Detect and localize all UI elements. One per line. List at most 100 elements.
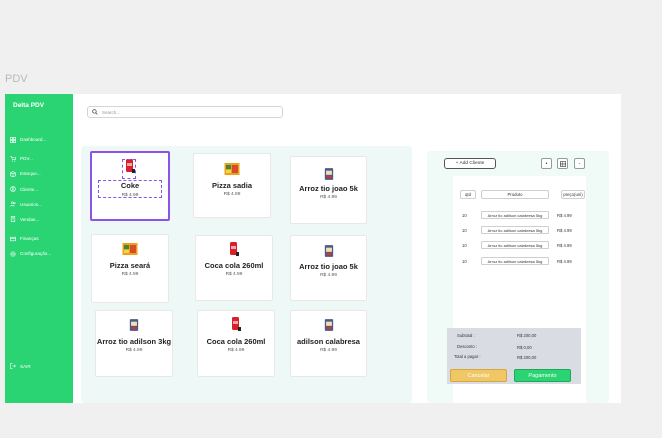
cancel-button[interactable]: Cancelar (450, 369, 507, 382)
logout-button[interactable]: SAIR (10, 363, 31, 369)
receipt-icon (10, 216, 16, 223)
sidebar-item-estoque[interactable]: Estoque... (10, 169, 72, 178)
user-icon (10, 186, 16, 192)
sidebar-item-vendas[interactable]: Vendas... (10, 215, 72, 224)
coke-can-icon (232, 317, 241, 331)
minus-icon: - (578, 160, 581, 167)
coke-can-icon (230, 242, 239, 256)
pizza-box-icon (122, 243, 138, 255)
rice-bag-icon (324, 319, 333, 331)
product-name: adilson calabresa (297, 337, 360, 346)
users-icon (10, 201, 16, 207)
product-price: R$ 4.99 (320, 273, 337, 278)
cart-icon (10, 155, 16, 162)
product-name: Arroz tio adilson 3kg (96, 337, 172, 346)
product-card-pizza-sadia[interactable]: Pizza sadia R$ 4.99 (193, 153, 271, 218)
header-qty: qtd (460, 190, 476, 199)
payment-button[interactable]: Pagamento (514, 369, 571, 382)
product-name: Coke (120, 181, 140, 190)
dashboard-icon (10, 136, 16, 143)
app-canvas: Delta PDV Dashboard... PDV... Estoque...… (5, 94, 621, 403)
search-input[interactable] (102, 109, 272, 115)
sidebar-item-dashboard[interactable]: Dashboard... (10, 135, 72, 144)
grid-icon (559, 160, 566, 167)
row-qty: 10 (462, 213, 467, 218)
logout-label: SAIR (20, 363, 31, 369)
rice-bag-icon (129, 319, 139, 331)
header-product: Produto (481, 190, 549, 199)
sidebar-item-label: Estoque... (20, 171, 41, 177)
sidebar-item-financas[interactable]: Finanças (10, 234, 72, 243)
sidebar-item-label: Finanças (20, 236, 39, 242)
product-price: R$ 4.99 (320, 195, 337, 200)
row-price: R$ 4.99 (557, 243, 572, 248)
sidebar-item-usuarios[interactable]: Usuarios... (10, 200, 72, 209)
product-name: Arroz tio joao 5k (299, 184, 358, 193)
row-qty: 10 (462, 243, 467, 248)
row-qty: 10 (462, 259, 467, 264)
product-card-arroz-tio-adilson[interactable]: Arroz tio adilson 3kg R$ 4.99 (95, 310, 173, 377)
box-icon (10, 171, 16, 177)
product-card-coca-cola-2[interactable]: Coca cola 260ml R$ 4.99 (197, 310, 275, 377)
finance-icon (10, 236, 16, 242)
header-price: preço(uni) (561, 190, 585, 199)
sidebar-item-label: Dashboard... (20, 137, 47, 142)
product-card-adilson-calabresa[interactable]: adilson calabresa R$ 4.99 (290, 310, 367, 377)
rice-bag-icon (324, 245, 333, 257)
sidebar-item-cliente[interactable]: Cliente... (10, 185, 72, 194)
product-name: Pizza sadia (211, 181, 253, 190)
discount-value: R$ 0,00 (517, 345, 532, 350)
sidebar-nav: Dashboard... PDV... Estoque... Cliente..… (10, 135, 72, 265)
order-summary: Subtotal : R$ 200,00 Desconto : R$ 0,00 … (447, 328, 581, 384)
total-label: Total a pagar : (454, 354, 481, 359)
sidebar: Delta PDV Dashboard... PDV... Estoque...… (5, 94, 73, 403)
product-name: Coca cola 260ml (206, 337, 266, 346)
search-bar[interactable] (87, 106, 283, 118)
dot-button[interactable]: • (541, 158, 552, 169)
row-price: R$ 4.99 (557, 213, 572, 218)
row-product: Arroz tio adilson calabresa 5kg (481, 211, 549, 219)
discount-label: Desconto : (457, 344, 478, 349)
row-product: Arroz tio adilson calabresa 5kg (481, 257, 549, 265)
logout-icon (10, 363, 16, 369)
product-name: Arroz tio joao 5k (299, 262, 358, 271)
row-price: R$ 4.99 (557, 228, 572, 233)
rice-bag-icon (324, 168, 333, 180)
product-price: R$ 4.99 (225, 272, 243, 277)
products-panel: Coke R$ 4.99 Pizza sadia R$ 4.99 Arroz t… (81, 146, 412, 403)
product-card-arroz-tio-joao[interactable]: Arroz tio joao 5k R$ 4.99 (290, 156, 367, 224)
dot-icon: • (545, 160, 548, 167)
sidebar-item-label: Usuarios... (20, 201, 42, 207)
product-price: R$ 4.99 (121, 193, 139, 198)
order-row[interactable]: 10 Arroz tio adilson calabresa 5kg R$ 4.… (453, 226, 586, 235)
order-row[interactable]: 10 Arroz tio adilson calabresa 5kg R$ 4.… (453, 257, 586, 266)
order-row[interactable]: 10 Arroz tio adilson calabresa 5kg R$ 4.… (453, 211, 586, 220)
product-name: Coca cola 260ml (204, 261, 264, 270)
brand-title: Delta PDV (13, 102, 45, 109)
add-client-button[interactable]: + Add Cliente (444, 158, 496, 169)
row-price: R$ 4.99 (557, 259, 572, 264)
product-card-arroz-tio-joao-2[interactable]: Arroz tio joao 5k R$ 4.99 (290, 235, 367, 301)
sidebar-item-label: Vendas... (20, 216, 40, 222)
product-price: R$ 4.99 (121, 272, 139, 277)
frame-label: PDV (5, 73, 28, 85)
product-card-pizza-seara[interactable]: Pizza seará R$ 4.99 (91, 234, 169, 303)
sidebar-item-pdv[interactable]: PDV... (10, 154, 72, 163)
search-icon (92, 109, 98, 115)
product-price: R$ 4.99 (320, 348, 337, 353)
menu-button[interactable] (557, 158, 568, 169)
row-product: Arroz tio adilson calabresa 5kg (481, 241, 549, 249)
product-card-coke[interactable]: Coke R$ 4.99 (90, 151, 170, 221)
sidebar-item-label: Cliente... (20, 186, 39, 192)
subtotal-label: Subtotal : (457, 333, 475, 338)
order-row[interactable]: 10 Arroz tio adilson calabresa 5kg R$ 4.… (453, 241, 586, 250)
minus-button[interactable]: - (574, 158, 585, 169)
row-product: Arroz tio adilson calabresa 5kg (481, 226, 549, 234)
product-price: R$ 4.99 (125, 348, 143, 353)
row-qty: 10 (462, 228, 467, 233)
selection-guide (122, 159, 136, 179)
product-name: Pizza seará (109, 261, 151, 270)
gear-icon (10, 251, 16, 257)
product-card-coca-cola[interactable]: Coca cola 260ml R$ 4.99 (195, 235, 273, 301)
sidebar-item-configuracao[interactable]: Configuração... (10, 249, 72, 258)
